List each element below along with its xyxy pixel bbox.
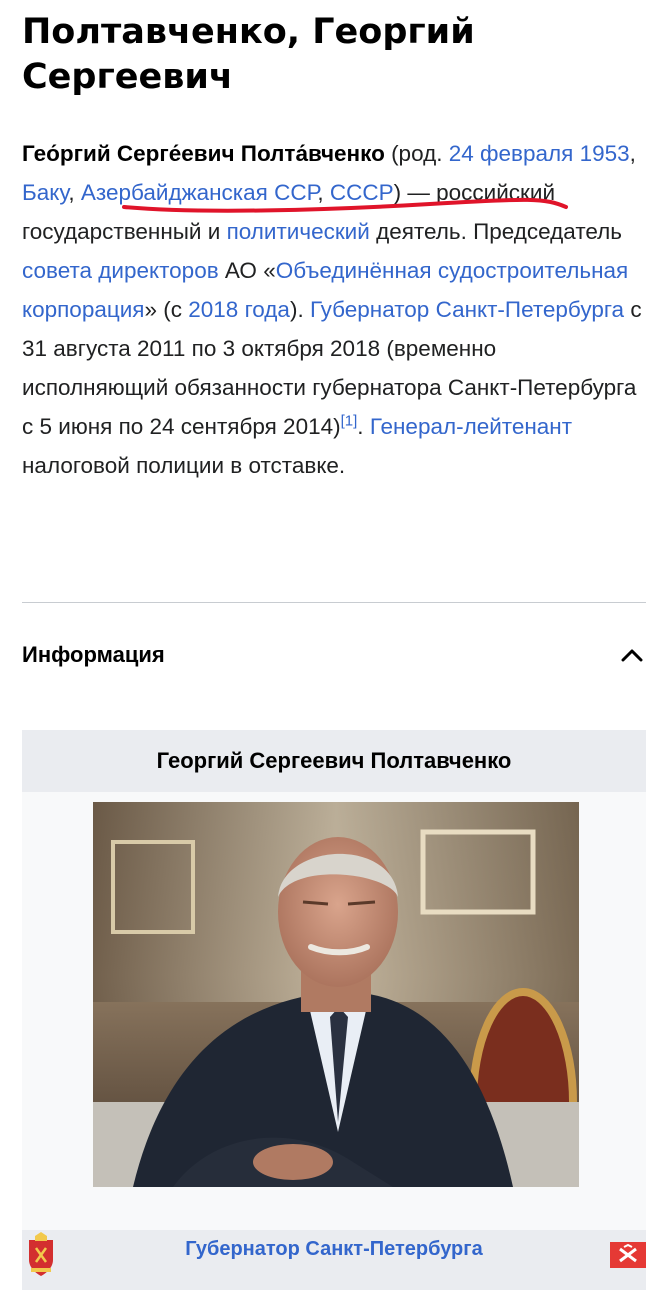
text-run: ,: [68, 180, 81, 205]
link-baku[interactable]: Баку: [22, 180, 68, 205]
section-info-header[interactable]: Информация: [22, 630, 646, 680]
infobox: Георгий Сергеевич Полтавченко Губернатор…: [22, 730, 646, 1290]
link-year-2018[interactable]: 2018 года: [188, 297, 290, 322]
infobox-heading: Георгий Сергеевич Полтавченко: [22, 730, 646, 792]
reference-link[interactable]: [1]: [341, 413, 358, 430]
link-azerbaijan-ssr[interactable]: Азербайджанская ССР: [81, 180, 317, 205]
text-run: АО «: [218, 258, 276, 283]
portrait-photo[interactable]: [93, 802, 579, 1187]
link-ussr[interactable]: СССР: [330, 180, 394, 205]
text-run: ,: [317, 180, 330, 205]
link-birth-date[interactable]: 24 февраля: [449, 141, 574, 166]
governor-link[interactable]: Губернатор Санкт-Петербурга: [22, 1238, 646, 1261]
text-run: » (с: [144, 297, 189, 322]
lead-paragraph: Гео́ргий Серге́евич Полта́вченко (род. 2…: [22, 134, 646, 485]
link-board-of-directors[interactable]: совета директоров: [22, 258, 219, 283]
infobox-footer: Губернатор Санкт-Петербурга: [22, 1230, 646, 1290]
section-divider: [22, 602, 646, 603]
text-run: .: [357, 414, 370, 439]
text-run: ,: [629, 141, 636, 166]
link-lieutenant-general[interactable]: Генерал-лейтенант: [370, 414, 572, 439]
page-title: Полтавченко, Георгий Сергеевич: [22, 12, 475, 97]
link-political[interactable]: политический: [227, 219, 370, 244]
subject-name: Гео́ргий Серге́евич Полта́вченко: [22, 141, 385, 166]
chevron-up-icon[interactable]: [618, 641, 646, 669]
text-run: ).: [289, 297, 310, 322]
link-governor-spb[interactable]: Губернатор Санкт-Петербурга: [310, 297, 624, 322]
text-run: (род.: [384, 141, 449, 166]
flag-icon: [610, 1242, 646, 1268]
text-run: деятель. Председатель: [369, 219, 622, 244]
text-run: налоговой полиции в отставке.: [22, 453, 346, 478]
section-title: Информация: [22, 642, 165, 667]
link-birth-year[interactable]: 1953: [580, 141, 630, 166]
